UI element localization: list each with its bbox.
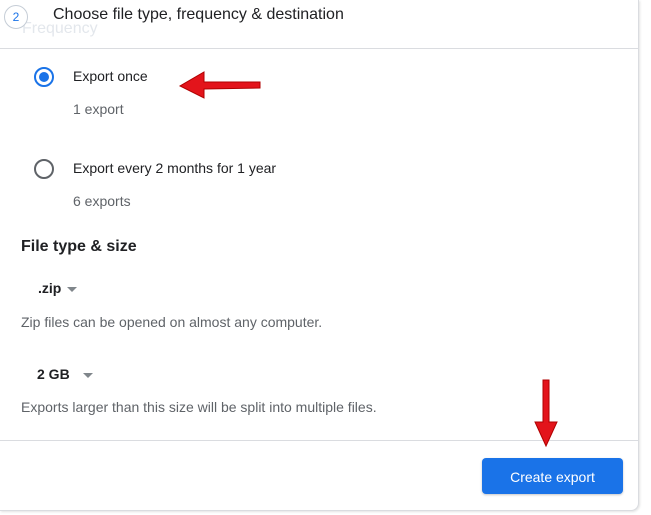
export-once-label: Export once bbox=[73, 68, 148, 84]
export-once-option[interactable]: Export once bbox=[34, 66, 334, 90]
file-size-value: 2 GB bbox=[37, 366, 70, 382]
export-settings-panel: Frequency 2 Choose file type, frequency … bbox=[0, 0, 639, 511]
file-size-help: Exports larger than this size will be sp… bbox=[21, 399, 377, 415]
file-type-size-title: File type & size bbox=[21, 238, 137, 255]
dropdown-arrow-icon bbox=[83, 373, 93, 378]
step-header: Frequency 2 Choose file type, frequency … bbox=[0, 0, 638, 49]
file-type-help: Zip files can be opened on almost any co… bbox=[21, 314, 323, 330]
file-type-value: .zip bbox=[38, 280, 62, 296]
step-title: Choose file type, frequency & destinatio… bbox=[53, 6, 344, 23]
radio-checked-icon[interactable] bbox=[34, 67, 54, 87]
export-recurring-count: 6 exports bbox=[73, 193, 131, 209]
footer-divider bbox=[0, 440, 638, 441]
dropdown-arrow-icon bbox=[67, 287, 77, 292]
radio-unchecked-icon[interactable] bbox=[34, 159, 54, 179]
export-recurring-label: Export every 2 months for 1 year bbox=[73, 160, 277, 176]
export-once-count: 1 export bbox=[73, 101, 124, 117]
create-export-button[interactable]: Create export bbox=[482, 458, 623, 494]
file-type-select[interactable]: .zip bbox=[38, 278, 83, 302]
step-number-badge: 2 bbox=[4, 5, 28, 29]
export-recurring-option[interactable]: Export every 2 months for 1 year bbox=[34, 158, 334, 182]
file-size-select[interactable]: 2 GB bbox=[37, 364, 97, 388]
